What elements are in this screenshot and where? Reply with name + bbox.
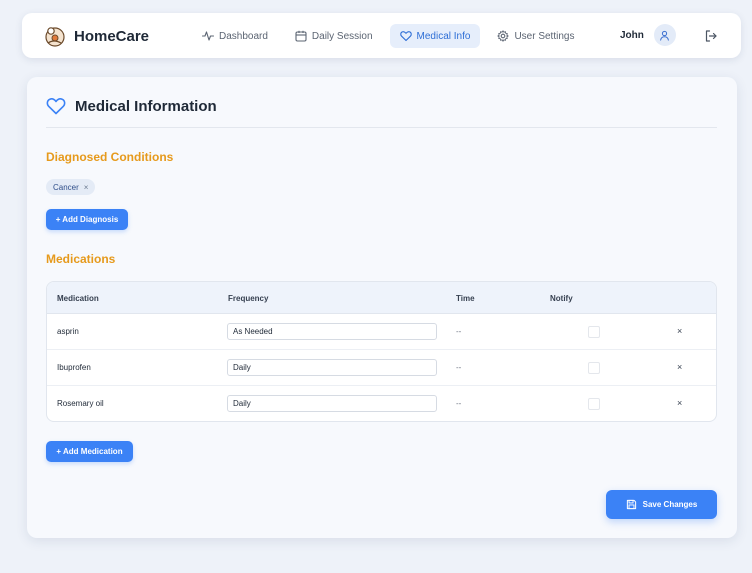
column-header-frequency: Frequency bbox=[228, 294, 269, 303]
notify-checkbox[interactable] bbox=[588, 362, 600, 374]
frequency-select[interactable]: Daily bbox=[227, 395, 437, 412]
table-row: Ibuprofen Daily -- × bbox=[47, 350, 716, 386]
header-divider bbox=[46, 127, 717, 128]
main-nav: Dashboard Daily Session Medical Info Use… bbox=[192, 24, 591, 48]
gear-icon bbox=[497, 30, 510, 42]
medication-name: Rosemary oil bbox=[57, 399, 104, 408]
column-header-notify: Notify bbox=[550, 294, 573, 303]
calendar-icon bbox=[295, 30, 307, 42]
add-medication-button[interactable]: + Add Medication bbox=[46, 441, 133, 462]
table-row: asprin As Needed -- × bbox=[47, 314, 716, 350]
frequency-select[interactable]: As Needed bbox=[227, 323, 437, 340]
notify-checkbox[interactable] bbox=[588, 398, 600, 410]
activity-icon bbox=[202, 31, 214, 41]
frequency-select[interactable]: Daily bbox=[227, 359, 437, 376]
page-title: Medical Information bbox=[75, 97, 217, 115]
nav-daily-session-label: Daily Session bbox=[311, 30, 373, 42]
remove-diagnosis-button[interactable]: × bbox=[84, 183, 89, 192]
nav-user-settings-label: User Settings bbox=[514, 30, 575, 42]
medication-name: Ibuprofen bbox=[57, 363, 91, 372]
nav-dashboard-label: Dashboard bbox=[219, 30, 268, 42]
user-name: John bbox=[620, 29, 644, 41]
brand[interactable]: HomeCare bbox=[42, 24, 149, 48]
delete-medication-button[interactable]: × bbox=[677, 362, 682, 372]
medical-info-card: Medical Information Diagnosed Conditions… bbox=[27, 77, 737, 538]
user-icon bbox=[660, 30, 670, 41]
diagnosis-chip: Cancer × bbox=[46, 179, 96, 195]
medications-section-title: Medications bbox=[46, 252, 116, 266]
medication-time: -- bbox=[456, 399, 462, 408]
brand-name: HomeCare bbox=[74, 27, 150, 45]
table-row: Rosemary oil Daily -- × bbox=[47, 386, 716, 421]
nav-medical-info-label: Medical Info bbox=[416, 30, 471, 42]
diagnoses-section-title: Diagnosed Conditions bbox=[46, 150, 174, 164]
save-icon bbox=[626, 499, 636, 510]
delete-medication-button[interactable]: × bbox=[677, 326, 682, 336]
medication-time: -- bbox=[456, 363, 462, 372]
column-header-medication: Medication bbox=[57, 294, 99, 303]
notify-checkbox[interactable] bbox=[588, 326, 600, 338]
table-header: Medication Frequency Time Notify bbox=[47, 282, 716, 314]
add-diagnosis-button[interactable]: + Add Diagnosis bbox=[46, 209, 128, 230]
heart-icon bbox=[399, 31, 412, 42]
top-navbar: HomeCare Dashboard Daily Session Medical… bbox=[22, 13, 741, 58]
delete-medication-button[interactable]: × bbox=[677, 398, 682, 408]
nav-medical-info[interactable]: Medical Info bbox=[389, 24, 481, 48]
avatar[interactable] bbox=[653, 24, 676, 46]
save-changes-label: Save Changes bbox=[642, 500, 698, 509]
medication-name: asprin bbox=[57, 327, 79, 336]
homecare-logo-icon bbox=[45, 27, 65, 47]
card-header: Medical Information bbox=[46, 96, 217, 116]
logout-icon[interactable] bbox=[704, 29, 718, 43]
nav-user-settings[interactable]: User Settings bbox=[487, 24, 584, 48]
heart-icon bbox=[46, 98, 66, 115]
medications-table: Medication Frequency Time Notify asprin … bbox=[46, 281, 717, 422]
column-header-time: Time bbox=[456, 294, 475, 303]
diagnosis-chip-label: Cancer bbox=[53, 182, 79, 192]
medication-time: -- bbox=[456, 327, 462, 336]
save-changes-button[interactable]: Save Changes bbox=[606, 490, 717, 519]
nav-daily-session[interactable]: Daily Session bbox=[285, 24, 383, 48]
user-menu[interactable]: John bbox=[620, 24, 676, 46]
nav-dashboard[interactable]: Dashboard bbox=[192, 24, 278, 48]
